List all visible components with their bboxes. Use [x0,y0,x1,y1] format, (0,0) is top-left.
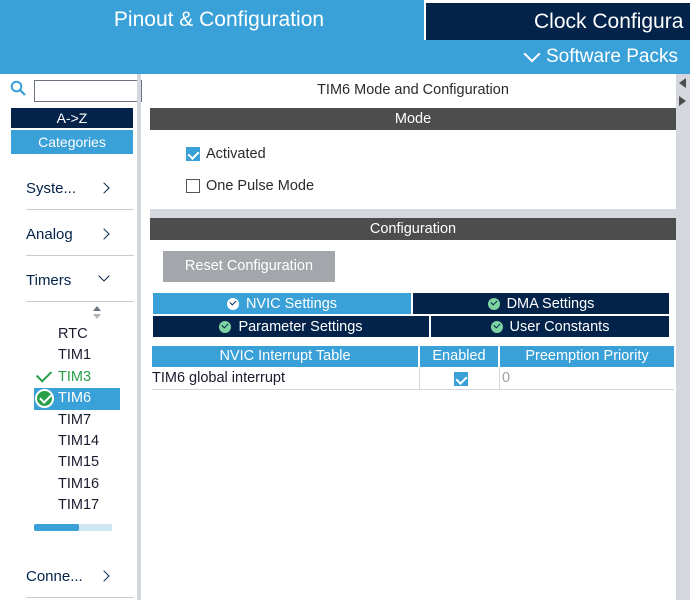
check-icon [35,366,53,383]
table-row[interactable]: TIM6 global interrupt 0 [152,368,674,390]
sidebar: A->Z Categories Syste... Analog Timers R… [8,74,142,600]
categories-button[interactable]: Categories [11,130,133,154]
category-label: Analog [26,226,73,243]
list-item-tim15[interactable]: TIM15 [34,452,120,473]
panel-title: TIM6 Mode and Configuration [317,82,509,98]
one-pulse-checkbox[interactable] [186,179,200,193]
divider [26,301,134,302]
list-item-label: TIM3 [58,368,92,385]
configuration-header: Configuration [150,218,676,240]
sort-az-button[interactable]: A->Z [11,108,133,128]
search-input[interactable] [34,80,142,102]
reset-configuration-button[interactable]: Reset Configuration [163,251,335,282]
mode-configuration-panel: TIM6 Mode and Configuration Mode Activat… [150,74,676,600]
tab-user-constants[interactable]: User Constants [431,316,669,337]
timer-list: RTC TIM1 TIM3 TIM6 TIM7 TIM14 TIM15 TIM1… [34,324,120,517]
category-connectivity[interactable]: Conne... [8,556,134,598]
list-item-tim3[interactable]: TIM3 [34,366,120,388]
tab-label: NVIC Settings [245,295,338,312]
sort-icon[interactable] [92,306,102,320]
list-item-tim6[interactable]: TIM6 [34,388,120,410]
check-circle-icon [487,297,500,310]
category-system-core[interactable]: Syste... [8,168,134,210]
panel-splitter[interactable] [150,209,676,218]
search-row [8,78,142,102]
column-header-preemption-priority[interactable]: Preemption Priority [500,346,674,367]
chevron-down-icon [523,45,541,63]
category-label: Timers [26,272,72,289]
horizontal-scrollbar[interactable] [34,524,112,531]
sub-toolbar: Software Packs [0,40,690,74]
list-item-label: TIM6 [58,390,92,407]
software-packs-label: Software Packs [546,46,678,67]
tab-label: Parameter Settings [238,318,363,335]
tab-label: DMA Settings [506,295,595,312]
activated-checkbox[interactable] [186,147,200,161]
tab-clock-configuration[interactable]: Clock Configura [426,3,690,40]
list-item-tim17[interactable]: TIM17 [34,495,120,516]
category-label: Conne... [26,568,83,585]
check-circle-icon [219,320,232,333]
mode-header: Mode [150,108,676,130]
category-label: Syste... [26,180,77,197]
divider [26,255,134,256]
one-pulse-checkbox-row[interactable]: One Pulse Mode [186,178,314,194]
column-header-enabled[interactable]: Enabled [420,346,498,367]
chevron-right-icon [98,182,110,194]
list-item-tim7[interactable]: TIM7 [34,410,120,431]
divider [26,597,134,598]
category-timers[interactable]: Timers [8,260,134,302]
activated-label: Activated [206,146,266,162]
sidebar-splitter[interactable] [137,74,141,600]
chevron-right-icon [98,228,110,240]
category-analog[interactable]: Analog [8,214,134,256]
top-tabs: Pinout & Configuration Clock Configura [0,0,690,40]
list-item-rtc[interactable]: RTC [34,324,120,345]
interrupt-name: TIM6 global interrupt [152,370,285,386]
list-item-tim1[interactable]: TIM1 [34,345,120,366]
software-packs-menu[interactable]: Software Packs [523,45,678,68]
tab-nvic-settings[interactable]: NVIC Settings [153,293,411,314]
right-collapse-rail [676,74,690,600]
scrollbar-thumb[interactable] [34,524,80,531]
tab-pinout-configuration[interactable]: Pinout & Configuration [0,0,424,40]
interrupt-enabled-checkbox[interactable] [454,372,468,386]
chevron-down-icon [98,270,110,282]
tab-parameter-settings[interactable]: Parameter Settings [153,316,429,337]
expand-right-icon[interactable] [679,96,686,106]
activated-checkbox-row[interactable]: Activated [186,146,266,162]
tab-dma-settings[interactable]: DMA Settings [413,293,669,314]
collapse-left-icon[interactable] [679,78,686,88]
list-item-tim16[interactable]: TIM16 [34,474,120,495]
list-item-tim14[interactable]: TIM14 [34,431,120,452]
chevron-right-icon [98,570,110,582]
column-header-nvic-interrupt-table[interactable]: NVIC Interrupt Table [152,346,418,367]
check-circle-icon [226,297,239,310]
one-pulse-label: One Pulse Mode [206,178,315,194]
search-icon[interactable] [10,80,26,96]
divider [26,209,134,210]
tab-label: User Constants [509,318,610,335]
preemption-priority-value[interactable]: 0 [502,370,510,386]
check-circle-icon [490,320,503,333]
check-circle-icon [35,389,54,409]
